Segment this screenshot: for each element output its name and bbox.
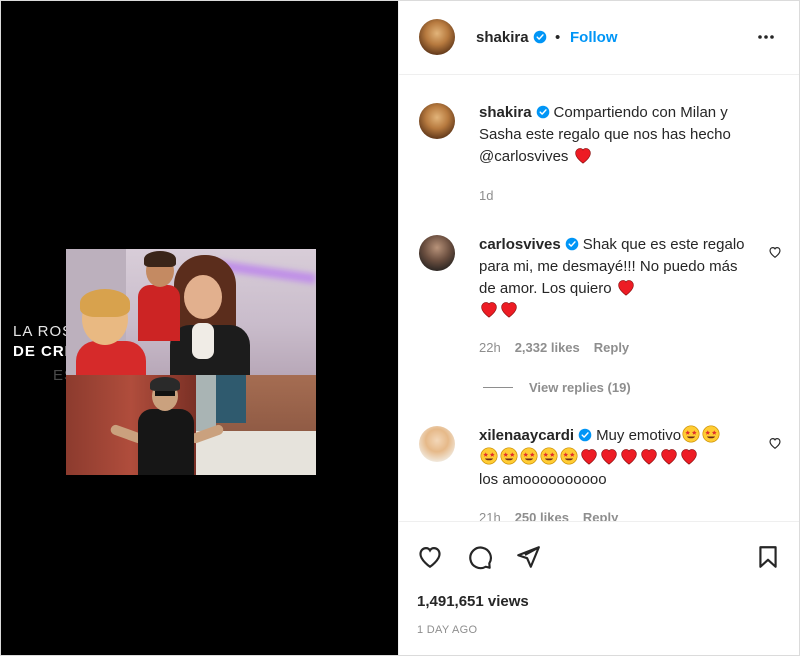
share-icon[interactable] [515, 544, 541, 570]
bookmark-icon[interactable] [755, 544, 781, 570]
post-media[interactable]: LA ROSA DE CRISTAL ES EL [1, 1, 398, 655]
red-heart-icon [501, 302, 517, 318]
emoji-row [681, 425, 721, 444]
post-header: shakira • Follow [399, 1, 799, 75]
star-struck-icon [702, 425, 720, 443]
follow-button[interactable]: Follow [570, 29, 618, 46]
post-panel: shakira • Follow shakira Compartiendo con… [398, 1, 799, 655]
more-options-icon[interactable] [754, 25, 778, 49]
author-avatar[interactable] [419, 19, 455, 55]
verified-badge-icon [578, 428, 592, 442]
star-struck-icon [540, 447, 558, 465]
video-top-scene [66, 249, 316, 381]
post-date[interactable]: 1 DAY AGO [417, 624, 477, 636]
post-actions: 1,491,651 views 1 DAY AGO [399, 521, 799, 655]
view-replies-label: View replies (19) [529, 380, 631, 395]
comment-text-block: carlosvives Shak que es este regalo para … [479, 234, 747, 322]
reply-button[interactable]: Reply [583, 510, 618, 521]
like-comment-heart-icon[interactable] [768, 245, 782, 259]
video-bottom-scene [66, 375, 316, 475]
heart-icon[interactable] [417, 544, 443, 570]
view-replies-button[interactable]: View replies (19) [483, 380, 631, 395]
red-heart-icon [581, 449, 597, 465]
star-struck-icon [520, 447, 538, 465]
like-comment-heart-icon[interactable] [768, 436, 782, 450]
view-count[interactable]: 1,491,651 views [417, 593, 529, 610]
author-username[interactable]: shakira [476, 29, 529, 46]
video-frame[interactable] [66, 249, 316, 475]
red-heart-icon [641, 449, 657, 465]
post-window: LA ROSA DE CRISTAL ES EL [0, 0, 800, 656]
separator-dot: • [555, 29, 561, 46]
comment-avatar-xilenaaycardi[interactable] [419, 426, 455, 462]
verified-badge-icon [536, 105, 549, 119]
red-heart-icon [618, 280, 634, 296]
caption-username[interactable]: shakira [479, 104, 532, 121]
star-struck-icon [682, 425, 700, 443]
red-heart-icon [681, 449, 697, 465]
reply-button[interactable]: Reply [594, 340, 629, 355]
comment-text-block: xilenaaycardi Muy emotivo los amooooooooo… [479, 425, 747, 491]
comment-time: 22h [479, 340, 501, 355]
video-controls[interactable] [1, 641, 398, 655]
replies-divider [483, 387, 513, 388]
red-heart-icon [574, 148, 591, 164]
red-heart-icon [661, 449, 677, 465]
star-struck-icon [480, 447, 498, 465]
comment-avatar-carlosvives[interactable] [419, 235, 455, 271]
caption-avatar[interactable] [419, 103, 455, 139]
comment-username[interactable]: xilenaaycardi [479, 427, 574, 444]
comment-text-end: los amoooooooooo [479, 471, 607, 488]
comment-icon[interactable] [467, 544, 493, 570]
verified-badge-icon [565, 237, 579, 251]
red-heart-icon [621, 449, 637, 465]
comment-username[interactable]: carlosvives [479, 236, 561, 253]
comment-time: 21h [479, 510, 501, 521]
caption-time: 1d [479, 188, 494, 203]
emoji-row [479, 447, 699, 466]
comment-text: Muy emotivo [596, 427, 682, 444]
red-heart-icon [481, 302, 497, 318]
star-struck-icon [500, 447, 518, 465]
caption-text-block: shakira Compartiendo con Milan y Sasha es… [479, 102, 769, 168]
comment-likes[interactable]: 2,332 likes [515, 340, 580, 355]
red-heart-icon [601, 449, 617, 465]
star-struck-icon [560, 447, 578, 465]
comment-likes[interactable]: 250 likes [515, 510, 569, 521]
comments-list[interactable]: shakira Compartiendo con Milan y Sasha es… [399, 75, 799, 521]
verified-badge-icon [533, 30, 546, 44]
